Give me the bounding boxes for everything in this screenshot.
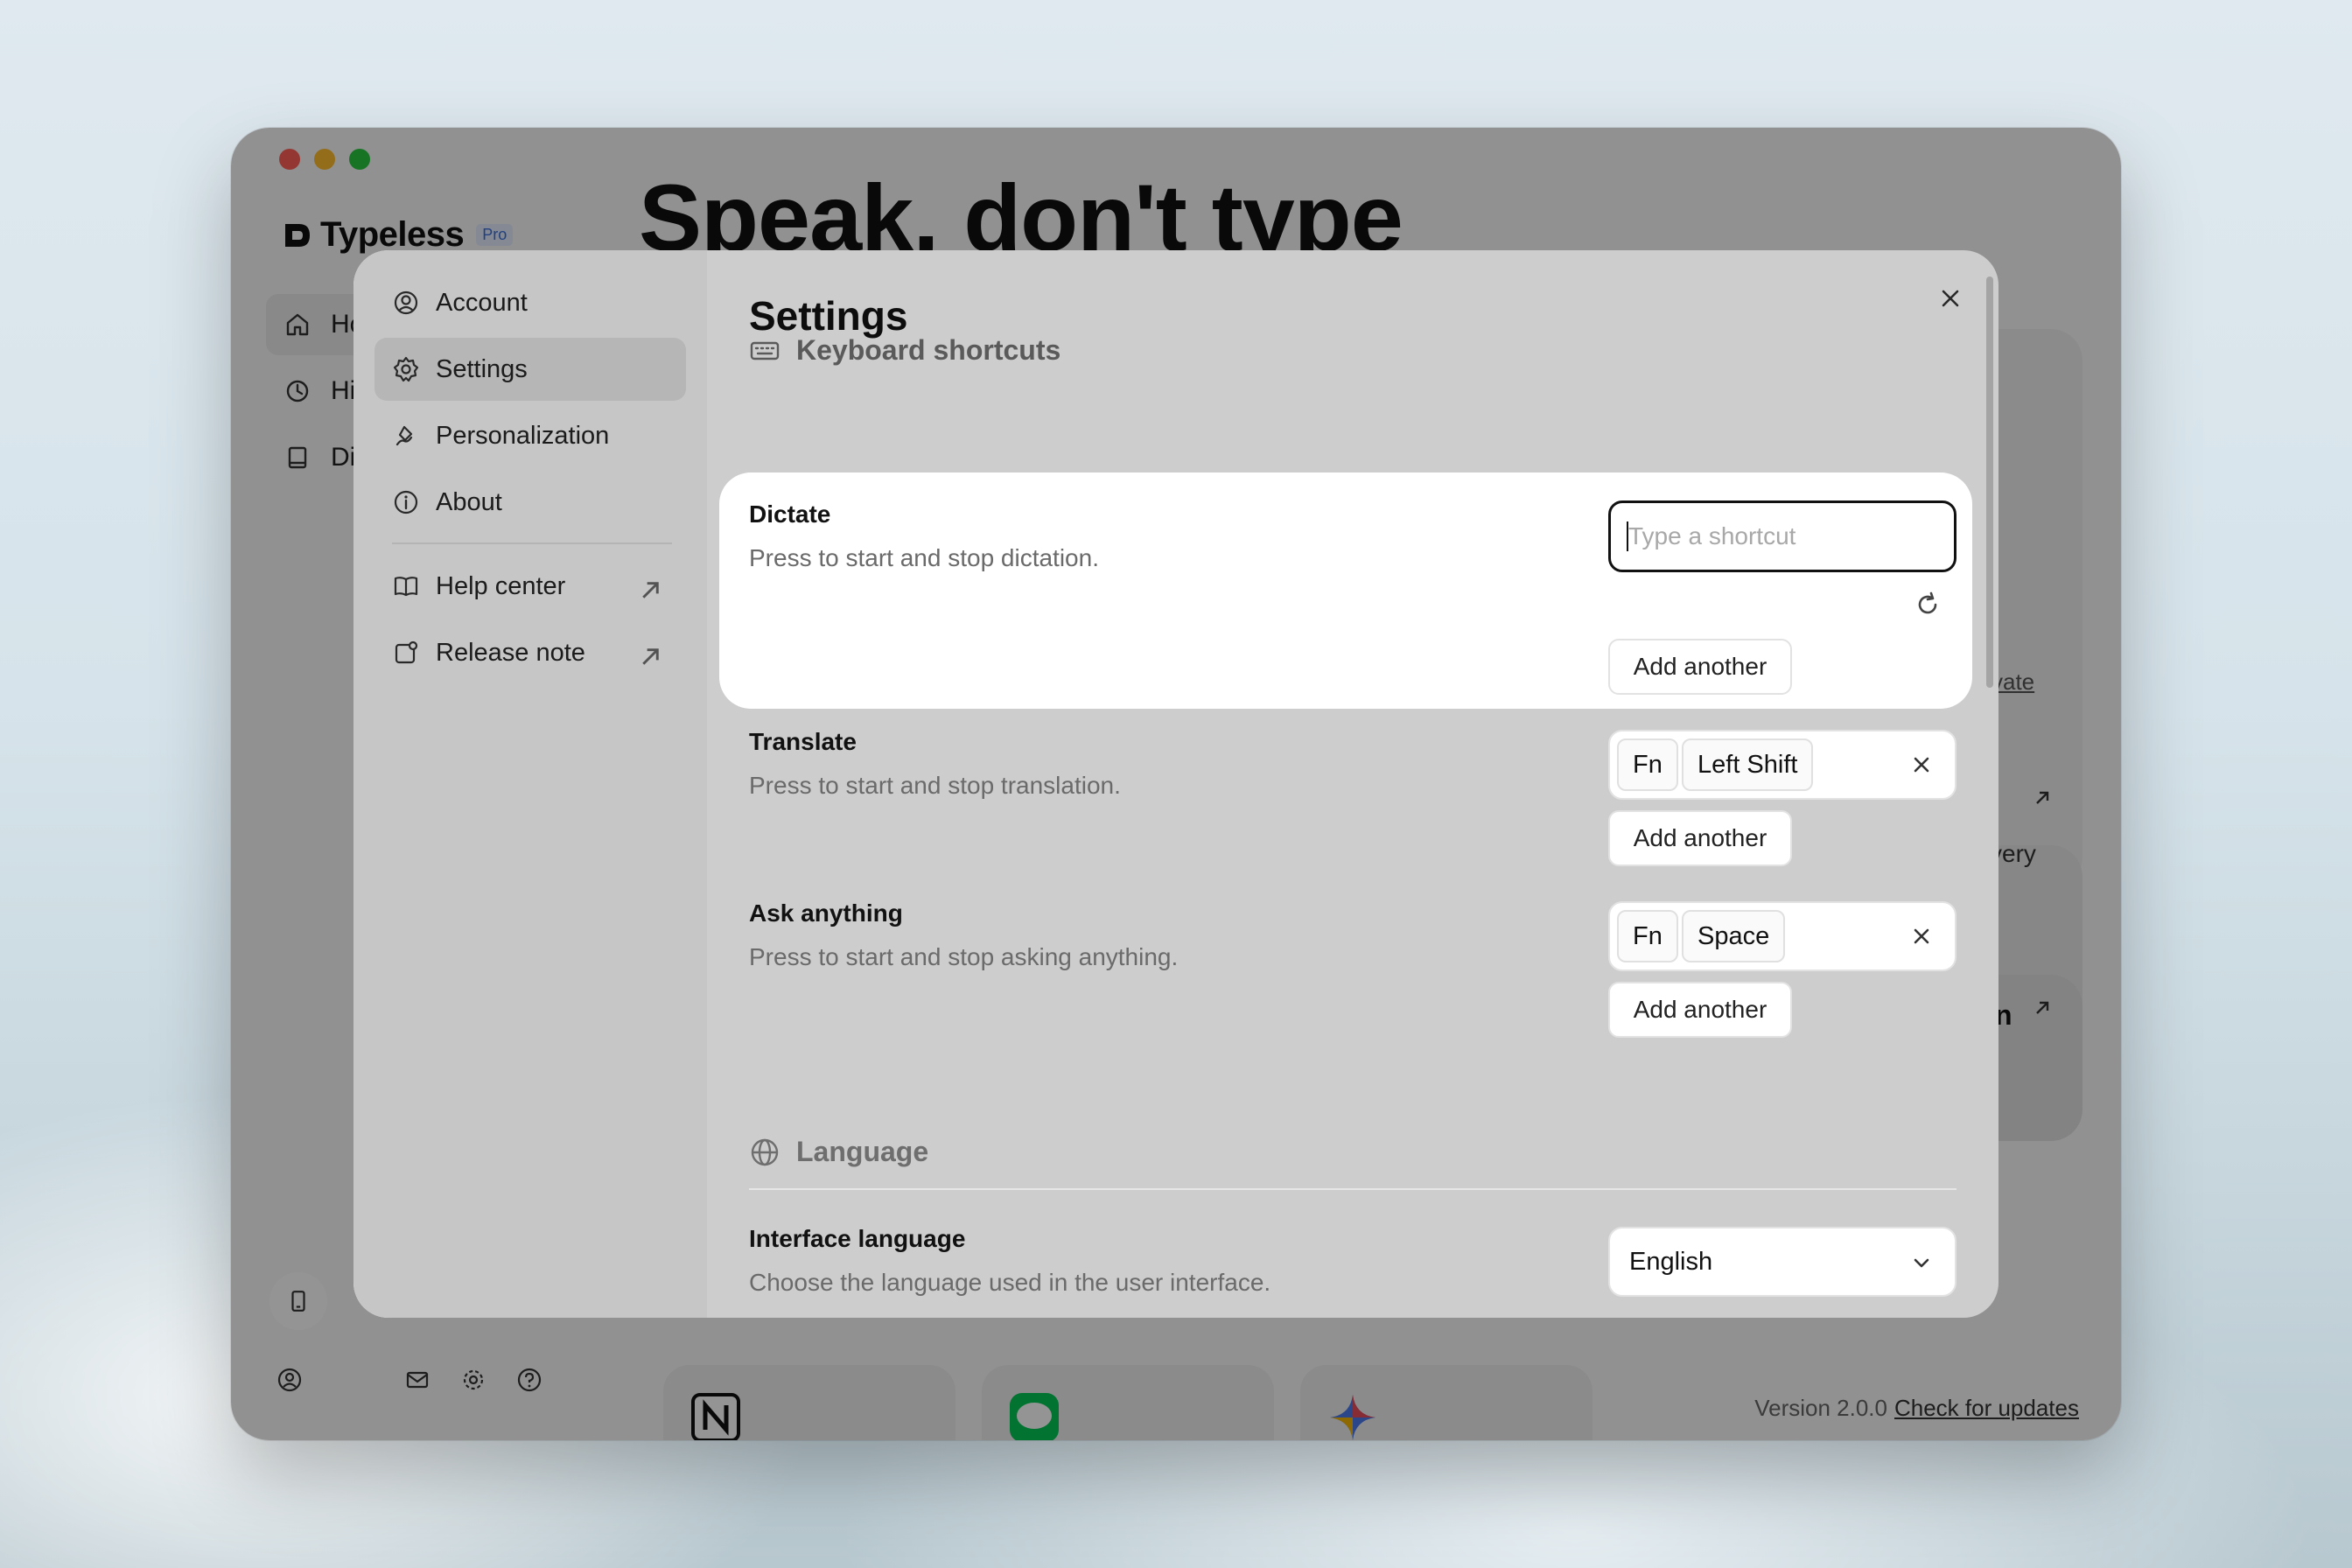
interface-language-description: Choose the language used in the user int… — [749, 1269, 1271, 1296]
scrollbar[interactable] — [1986, 276, 1993, 688]
sidebar-item-label: About — [436, 487, 502, 516]
dictate-add-another-button[interactable]: Add another — [1608, 639, 1792, 695]
page-title: Settings — [749, 293, 908, 339]
section-title: Language — [796, 1136, 929, 1167]
sidebar-link-help-center[interactable]: Help center — [374, 555, 686, 618]
translate-title: Translate — [749, 728, 857, 755]
section-title: Keyboard shortcuts — [796, 334, 1061, 366]
personalization-icon — [396, 425, 413, 446]
ask-anything-title: Ask anything — [749, 900, 903, 927]
key-chip: Left Shift — [1682, 738, 1814, 791]
external-link-icon — [642, 582, 659, 598]
dictate-shortcut-input[interactable] — [1608, 500, 1956, 572]
key-chip: Space — [1682, 910, 1786, 962]
translate-description: Press to start and stop translation. — [749, 772, 1121, 799]
gear-icon — [393, 356, 419, 382]
dictate-description: Press to start and stop dictation. — [749, 544, 1099, 571]
release-note-icon — [395, 640, 418, 664]
clear-shortcut-icon[interactable] — [1909, 752, 1934, 777]
sidebar-item-label: Help center — [436, 571, 566, 600]
text-caret — [1627, 522, 1628, 551]
key-chip: Fn — [1617, 738, 1678, 791]
keyboard-icon — [750, 341, 780, 360]
close-icon — [1942, 290, 1959, 307]
selected-language: English — [1629, 1247, 1713, 1276]
section-divider — [749, 1188, 1956, 1190]
external-link-icon — [642, 648, 659, 665]
ask-anything-shortcut-field[interactable]: Fn Space — [1608, 901, 1956, 971]
ask-anything-description: Press to start and stop asking anything. — [749, 943, 1179, 970]
translate-shortcut-field[interactable]: Fn Left Shift — [1608, 730, 1956, 800]
interface-language-select[interactable]: English — [1608, 1227, 1956, 1297]
ask-anything-add-another-button[interactable]: Add another — [1608, 982, 1792, 1038]
sidebar-item-settings[interactable]: Settings — [374, 338, 686, 401]
globe-icon — [751, 1138, 779, 1166]
dictate-title: Dictate — [749, 500, 831, 528]
sidebar-item-label: Personalization — [436, 421, 610, 450]
key-chip: Fn — [1617, 910, 1678, 962]
section-keyboard-shortcuts: Keyboard shortcuts — [749, 334, 1060, 367]
info-icon — [394, 490, 418, 514]
sidebar-item-account[interactable]: Account — [374, 271, 686, 334]
sidebar-item-personalization[interactable]: Personalization — [374, 404, 686, 467]
sidebar-divider — [392, 542, 672, 544]
account-icon — [394, 290, 418, 315]
sidebar-item-label: Settings — [436, 354, 528, 383]
interface-language-title: Interface language — [749, 1225, 966, 1252]
sidebar-link-release-note[interactable]: Release note — [374, 621, 686, 684]
clear-shortcut-icon[interactable] — [1909, 924, 1934, 948]
chevron-down-icon — [1914, 1258, 1929, 1268]
close-modal-button[interactable] — [1928, 276, 1972, 320]
settings-sidebar: Account Settings Personalization About H… — [354, 250, 707, 1318]
book-icon — [394, 577, 418, 597]
sidebar-item-label: Account — [436, 288, 528, 317]
reset-icon[interactable] — [1913, 590, 1942, 620]
sidebar-item-about[interactable]: About — [374, 471, 686, 534]
translate-add-another-button[interactable]: Add another — [1608, 810, 1792, 866]
sidebar-item-label: Release note — [436, 638, 585, 667]
settings-modal: Account Settings Personalization About H… — [354, 250, 1998, 1318]
section-language: Language — [749, 1136, 928, 1168]
